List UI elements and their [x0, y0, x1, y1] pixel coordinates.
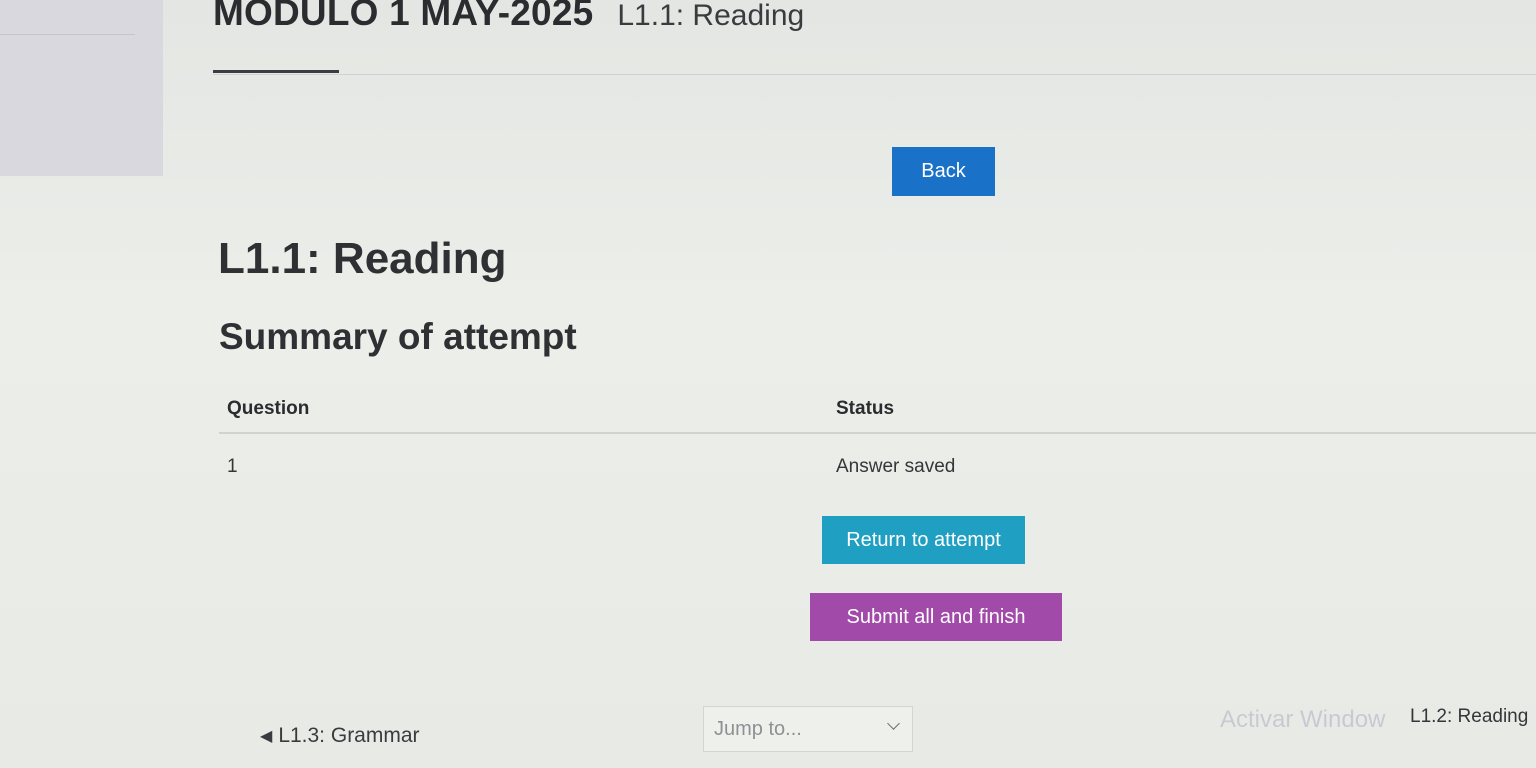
active-tab-indicator	[213, 70, 339, 73]
jump-to-placeholder: Jump to...	[714, 717, 802, 740]
table-header: Question Status	[219, 390, 1536, 434]
previous-activity-link[interactable]: ◀ L1.3: Grammar	[260, 724, 420, 748]
course-title: MÓDULO 1 MAY-2025	[213, 0, 594, 33]
breadcrumb-current: L1.1: Reading	[617, 0, 805, 32]
triangle-left-icon: ◀	[260, 728, 273, 745]
quiz-title: L1.1: Reading	[218, 234, 507, 283]
submit-all-button[interactable]: Submit all and finish	[810, 593, 1062, 641]
back-button[interactable]: Back	[892, 147, 995, 196]
next-activity-link[interactable]: L1.2: Reading	[1410, 706, 1528, 728]
jump-to-select[interactable]: Jump to...	[703, 706, 913, 752]
sidebar-drawer	[0, 0, 163, 176]
chevron-down-icon	[887, 717, 900, 730]
windows-activation-watermark: Activar Window	[1220, 706, 1386, 733]
page-header: MÓDULO 1 MAY-2025 L1.1: Reading	[213, 0, 804, 52]
table-row: 1 Answer saved	[219, 448, 1536, 490]
previous-activity-label: L1.3: Grammar	[278, 724, 420, 747]
quiz-summary-page: MÓDULO 1 MAY-2025 L1.1: Reading Back L1.…	[0, 0, 1536, 768]
attempt-summary-table: Question Status 1 Answer saved	[219, 390, 1536, 490]
return-to-attempt-button[interactable]: Return to attempt	[822, 516, 1025, 564]
summary-heading: Summary of attempt	[219, 316, 577, 357]
sidebar-divider	[0, 34, 135, 35]
header-divider	[213, 74, 1536, 75]
column-header-question: Question	[227, 398, 310, 419]
question-number-link[interactable]: 1	[227, 456, 238, 478]
column-header-status: Status	[836, 398, 895, 419]
question-status: Answer saved	[836, 456, 956, 477]
